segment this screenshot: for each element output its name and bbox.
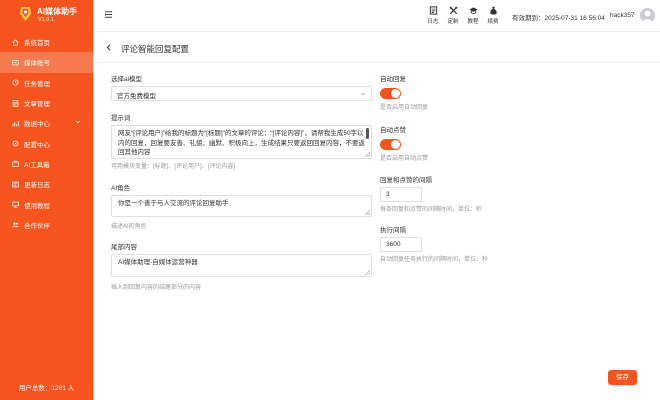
page-title: 评论智能回复配置 — [121, 44, 190, 54]
sidebar-item-label: 使用教程 — [24, 202, 50, 210]
article-icon — [12, 99, 19, 107]
interval-hint: 每条回复和点赞的间隔时间，单位：秒 — [380, 207, 483, 213]
user-avatar-icon — [641, 10, 654, 23]
sidebar-item-accounts[interactable]: 媒体账号 — [0, 52, 93, 73]
brand-version: V1.0.1 — [38, 17, 54, 23]
topbar-log-label: 日志 — [427, 19, 439, 25]
sidebar-item-label: 配置中心 — [24, 141, 50, 149]
log-icon — [12, 181, 19, 188]
interval-input[interactable]: 3 — [380, 187, 422, 202]
sidebar-item-label: 数据中心 — [24, 121, 50, 129]
prompt-text: 网友“[评论用户]”给我的标题为“[标题]”的文章的评论：“[评论内容]”，请帮… — [118, 130, 365, 156]
topbar-tutorial-button[interactable]: 教程 — [464, 6, 482, 25]
auto-like-label: 自动点赞 — [380, 127, 406, 134]
sidebar-item-changelog[interactable]: 更新日志 — [0, 174, 93, 194]
logo-icon — [20, 7, 31, 21]
back-arrow-icon[interactable] — [105, 43, 113, 52]
topbar-custom-label: 定制 — [447, 19, 459, 25]
data-icon — [12, 120, 19, 127]
sidebar-item-tutorial[interactable]: 使用教程 — [0, 194, 93, 214]
topbar-tutorial-label: 教程 — [467, 19, 479, 25]
tail-text: AI媒体助理-自媒体运营神器 — [118, 259, 198, 266]
sidebar-nav: 系统首页 媒体账号 任务管理 文章管理 数据中心 配置中心 AI工具箱 更新日志… — [0, 32, 93, 235]
model-label: 选择ai模型 — [111, 76, 143, 83]
resize-handle-icon[interactable] — [365, 270, 370, 275]
sidebar-item-label: 任务管理 — [24, 80, 50, 88]
role-text: 你是一个善于与人交流的评论回复助手 — [118, 200, 229, 207]
user-count: 用户总数：1281 人 — [18, 385, 75, 392]
prompt-label: 提示词 — [111, 115, 131, 122]
tail-hint: 插入到回复内容的结尾部分的内容 — [111, 285, 202, 291]
topbar-log-button[interactable]: 日志 — [424, 6, 442, 25]
username[interactable]: hack357 — [610, 12, 635, 19]
tail-textarea[interactable]: AI媒体助理-自媒体运营神器 — [111, 254, 372, 277]
interval-label: 回复和点赞的间隔 — [380, 177, 432, 184]
scrollbar[interactable] — [366, 128, 369, 139]
expiry-date: 有效期到：2025-07-31 16:56:04 — [512, 15, 605, 22]
topbar: 日志 定制 教程 续费 有效期到：2025-07-31 16:56:04 hac… — [93, 0, 660, 32]
sidebar: AI媒体助手 V1.0.1 系统首页 媒体账号 任务管理 文章管理 数据中心 配… — [0, 0, 93, 400]
exec-interval-hint: 自动回复任务执行的间隔时间，单位：秒 — [380, 257, 489, 263]
auto-like-toggle[interactable] — [380, 139, 401, 150]
tail-label: 尾部内容 — [111, 244, 137, 251]
brand: AI媒体助手 V1.0.1 — [0, 0, 93, 30]
resize-handle-icon[interactable] — [365, 152, 370, 157]
account-icon — [12, 59, 19, 66]
sidebar-item-ai-tools[interactable]: AI工具箱 — [0, 154, 93, 174]
auto-reply-toggle[interactable] — [380, 88, 401, 99]
sidebar-item-label: 系统首页 — [24, 40, 50, 48]
sidebar-item-label: 媒体账号 — [24, 60, 50, 68]
sidebar-item-data[interactable]: 数据中心 — [0, 113, 93, 133]
graduation-cap-icon — [468, 7, 478, 14]
role-textarea[interactable]: 你是一个善于与人交流的评论回复助手 — [111, 195, 372, 217]
role-label: AI角色 — [111, 185, 131, 192]
sidebar-item-label: AI工具箱 — [24, 161, 50, 169]
topbar-renew-label: 续费 — [487, 19, 499, 25]
menu-toggle-icon[interactable] — [104, 10, 113, 19]
tutorial-icon — [12, 201, 19, 208]
partner-icon — [12, 221, 19, 228]
sidebar-item-config[interactable]: 配置中心 — [0, 133, 93, 153]
resize-handle-icon[interactable] — [365, 210, 370, 215]
chevron-down-icon — [75, 121, 81, 124]
sidebar-item-partners[interactable]: 合作伙伴 — [0, 215, 93, 235]
toolbox-icon — [12, 160, 19, 168]
toggle-knob — [391, 89, 400, 98]
auto-reply-hint: 是否启用自动回复 — [380, 105, 429, 111]
money-bag-icon — [489, 6, 497, 15]
sidebar-item-label: 更新日志 — [24, 182, 50, 190]
tools-icon — [449, 6, 457, 15]
prompt-hint: 可用模块变量：[标题]、[评论用户]、[评论内容] — [111, 164, 236, 170]
sidebar-item-label: 文章管理 — [24, 101, 50, 109]
avatar[interactable] — [640, 8, 655, 23]
model-select-value: 官方免费模型 — [117, 93, 156, 100]
auto-like-hint: 是否启用自动点赞 — [380, 156, 429, 162]
task-icon — [12, 79, 19, 86]
log-icon — [429, 6, 437, 15]
exec-interval-input[interactable]: 3600 — [380, 237, 422, 252]
sidebar-item-articles[interactable]: 文章管理 — [0, 93, 93, 113]
role-hint: 描述AI的角色 — [111, 224, 147, 230]
exec-interval-label: 执行间隔 — [380, 227, 406, 234]
settings-icon — [12, 140, 19, 147]
sidebar-item-home[interactable]: 系统首页 — [0, 32, 93, 52]
sidebar-item-tasks[interactable]: 任务管理 — [0, 73, 93, 93]
brand-title: AI媒体助手 — [37, 7, 77, 16]
chevron-down-icon — [360, 92, 366, 96]
auto-reply-label: 自动回复 — [380, 76, 406, 83]
prompt-textarea[interactable]: 网友“[评论用户]”给我的标题为“[标题]”的文章的评论：“[评论内容]”，请帮… — [111, 125, 372, 159]
page-header: 评论智能回复配置 — [93, 33, 660, 63]
topbar-custom-button[interactable]: 定制 — [444, 6, 462, 25]
model-select[interactable]: 官方免费模型 — [111, 86, 372, 101]
save-button[interactable]: 保存 — [608, 370, 637, 385]
sidebar-item-label: 合作伙伴 — [24, 222, 50, 230]
toggle-knob — [391, 140, 400, 149]
topbar-renew-button[interactable]: 续费 — [484, 6, 502, 25]
home-icon — [12, 39, 19, 46]
